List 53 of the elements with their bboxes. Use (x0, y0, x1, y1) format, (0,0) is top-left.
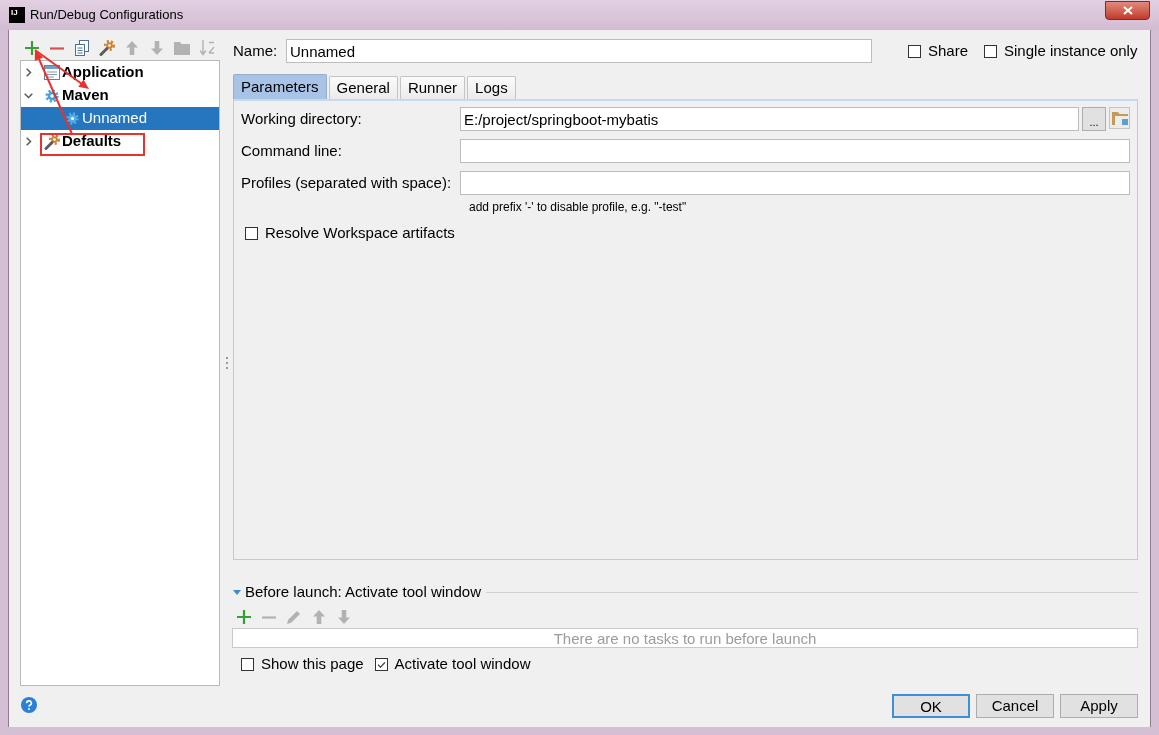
chevron-right-icon[interactable] (25, 68, 32, 77)
checkbox[interactable] (374, 657, 388, 671)
checkbox[interactable] (245, 226, 258, 240)
field-label: Working directory: (241, 108, 363, 129)
checkbox-label[interactable]: Share (928, 42, 969, 60)
input-field[interactable] (460, 171, 1130, 195)
name-field[interactable]: Unnamed (286, 39, 872, 63)
checkbox-label[interactable]: Activate tool window (394, 655, 531, 673)
folder-icon (1111, 111, 1128, 125)
tree-item[interactable]: Maven (21, 84, 219, 107)
dialog-button[interactable]: Cancel (976, 694, 1054, 718)
browse-button[interactable]: ... (1082, 107, 1106, 131)
tree-item[interactable]: Application (21, 61, 219, 84)
window-title: Run/Debug Configurations (30, 7, 184, 23)
tree-item[interactable]: Unnamed (21, 107, 219, 130)
close-button[interactable] (1105, 1, 1150, 20)
dialog-button[interactable]: Apply (1060, 694, 1138, 718)
hint-text: add prefix '-' to disable profile, e.g. "-test" (469, 199, 688, 215)
checkbox-label[interactable]: Single instance only (1004, 42, 1138, 60)
splitter-grip-icon[interactable] (225, 356, 228, 369)
input-field[interactable] (460, 139, 1130, 163)
tab[interactable]: Parameters (233, 74, 327, 99)
checkbox[interactable] (984, 44, 998, 58)
field-label: Profiles (separated with space): (241, 172, 453, 193)
section-title[interactable]: Before launch: Activate tool window (245, 580, 481, 604)
wrench-icon[interactable] (99, 40, 115, 56)
field-label: Name: (233, 40, 279, 61)
app-logo: IJ (9, 7, 25, 23)
empty-list-text: There are no tasks to run before launch (553, 630, 817, 647)
chevron-down-icon[interactable] (24, 92, 33, 99)
add-icon[interactable] (25, 41, 39, 55)
gear-icon (64, 111, 80, 126)
field-label: Command line: (241, 140, 343, 161)
chevron-right-icon[interactable] (25, 137, 32, 146)
folder-button[interactable] (1109, 107, 1130, 129)
remove-icon[interactable] (50, 46, 64, 50)
input-field[interactable]: E:/project/springboot-mybatis (460, 107, 1079, 131)
checkbox-label[interactable]: Show this page (261, 655, 364, 673)
tab[interactable]: General (328, 76, 398, 99)
tab[interactable]: Logs (467, 76, 516, 99)
checkbox[interactable] (241, 657, 254, 671)
dialog-button[interactable]: OK (892, 694, 970, 718)
add-icon[interactable] (237, 610, 251, 624)
tab[interactable]: Runner (399, 76, 466, 99)
wrench-icon (44, 133, 60, 150)
collapse-triangle-icon[interactable] (233, 589, 241, 595)
gear-icon (44, 87, 60, 104)
tree-item[interactable]: Defaults (21, 130, 219, 153)
close-icon (1122, 6, 1133, 15)
help-icon[interactable] (21, 697, 37, 713)
checkbox-label[interactable]: Resolve Workspace artifacts (265, 224, 455, 242)
copy-icon[interactable] (75, 40, 89, 56)
checkbox[interactable] (908, 44, 921, 58)
